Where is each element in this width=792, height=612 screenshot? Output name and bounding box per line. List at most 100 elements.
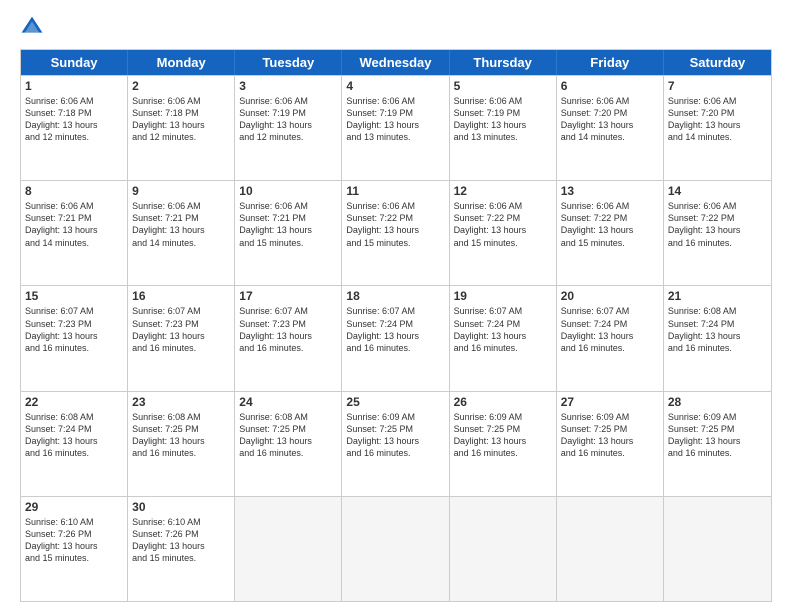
day-number: 5	[454, 79, 552, 93]
day-number: 9	[132, 184, 230, 198]
day-number: 29	[25, 500, 123, 514]
day-info: Sunrise: 6:06 AM Sunset: 7:18 PM Dayligh…	[132, 95, 230, 144]
calendar-cell: 9 Sunrise: 6:06 AM Sunset: 7:21 PM Daylig…	[128, 181, 235, 285]
calendar-row: 1 Sunrise: 6:06 AM Sunset: 7:18 PM Daylig…	[21, 75, 771, 180]
day-number: 13	[561, 184, 659, 198]
calendar-row: 29 Sunrise: 6:10 AM Sunset: 7:26 PM Dayli…	[21, 496, 771, 601]
calendar-cell: 7 Sunrise: 6:06 AM Sunset: 7:20 PM Daylig…	[664, 76, 771, 180]
day-number: 4	[346, 79, 444, 93]
day-number: 24	[239, 395, 337, 409]
calendar-cell	[557, 497, 664, 601]
day-info: Sunrise: 6:06 AM Sunset: 7:21 PM Dayligh…	[25, 200, 123, 249]
calendar-row: 8 Sunrise: 6:06 AM Sunset: 7:21 PM Daylig…	[21, 180, 771, 285]
day-info: Sunrise: 6:10 AM Sunset: 7:26 PM Dayligh…	[25, 516, 123, 565]
calendar-cell: 27 Sunrise: 6:09 AM Sunset: 7:25 PM Dayli…	[557, 392, 664, 496]
header-day-tuesday: Tuesday	[235, 50, 342, 75]
day-info: Sunrise: 6:08 AM Sunset: 7:24 PM Dayligh…	[25, 411, 123, 460]
day-number: 21	[668, 289, 767, 303]
day-info: Sunrise: 6:09 AM Sunset: 7:25 PM Dayligh…	[346, 411, 444, 460]
day-info: Sunrise: 6:06 AM Sunset: 7:20 PM Dayligh…	[668, 95, 767, 144]
day-info: Sunrise: 6:07 AM Sunset: 7:24 PM Dayligh…	[561, 305, 659, 354]
calendar-cell	[664, 497, 771, 601]
calendar-cell: 21 Sunrise: 6:08 AM Sunset: 7:24 PM Dayli…	[664, 286, 771, 390]
day-info: Sunrise: 6:07 AM Sunset: 7:24 PM Dayligh…	[346, 305, 444, 354]
calendar-row: 22 Sunrise: 6:08 AM Sunset: 7:24 PM Dayli…	[21, 391, 771, 496]
day-number: 2	[132, 79, 230, 93]
day-number: 15	[25, 289, 123, 303]
day-number: 10	[239, 184, 337, 198]
calendar-cell: 13 Sunrise: 6:06 AM Sunset: 7:22 PM Dayli…	[557, 181, 664, 285]
day-info: Sunrise: 6:06 AM Sunset: 7:22 PM Dayligh…	[668, 200, 767, 249]
day-info: Sunrise: 6:06 AM Sunset: 7:19 PM Dayligh…	[239, 95, 337, 144]
day-info: Sunrise: 6:08 AM Sunset: 7:25 PM Dayligh…	[132, 411, 230, 460]
calendar-cell: 26Sunrise: 6:09 AM Sunset: 7:25 PM Dayli…	[450, 392, 557, 496]
page: SundayMondayTuesdayWednesdayThursdayFrid…	[0, 0, 792, 612]
day-number: 7	[668, 79, 767, 93]
calendar-cell: 5 Sunrise: 6:06 AM Sunset: 7:19 PM Daylig…	[450, 76, 557, 180]
day-info: Sunrise: 6:06 AM Sunset: 7:22 PM Dayligh…	[561, 200, 659, 249]
calendar-cell: 18Sunrise: 6:07 AM Sunset: 7:24 PM Dayli…	[342, 286, 449, 390]
calendar-row: 15 Sunrise: 6:07 AM Sunset: 7:23 PM Dayli…	[21, 285, 771, 390]
calendar-cell	[450, 497, 557, 601]
calendar-cell: 12Sunrise: 6:06 AM Sunset: 7:22 PM Dayli…	[450, 181, 557, 285]
day-info: Sunrise: 6:07 AM Sunset: 7:24 PM Dayligh…	[454, 305, 552, 354]
calendar-cell: 23 Sunrise: 6:08 AM Sunset: 7:25 PM Dayli…	[128, 392, 235, 496]
day-number: 30	[132, 500, 230, 514]
day-number: 11	[346, 184, 444, 198]
calendar: SundayMondayTuesdayWednesdayThursdayFrid…	[20, 49, 772, 602]
day-info: Sunrise: 6:07 AM Sunset: 7:23 PM Dayligh…	[132, 305, 230, 354]
day-info: Sunrise: 6:07 AM Sunset: 7:23 PM Dayligh…	[239, 305, 337, 354]
calendar-cell: 2 Sunrise: 6:06 AM Sunset: 7:18 PM Daylig…	[128, 76, 235, 180]
day-info: Sunrise: 6:06 AM Sunset: 7:21 PM Dayligh…	[132, 200, 230, 249]
calendar-cell: 8 Sunrise: 6:06 AM Sunset: 7:21 PM Daylig…	[21, 181, 128, 285]
day-number: 27	[561, 395, 659, 409]
day-info: Sunrise: 6:06 AM Sunset: 7:22 PM Dayligh…	[346, 200, 444, 249]
day-number: 19	[454, 289, 552, 303]
calendar-cell: 19 Sunrise: 6:07 AM Sunset: 7:24 PM Dayli…	[450, 286, 557, 390]
calendar-cell	[342, 497, 449, 601]
calendar-cell: 16Sunrise: 6:07 AM Sunset: 7:23 PM Dayli…	[128, 286, 235, 390]
calendar-cell: 22 Sunrise: 6:08 AM Sunset: 7:24 PM Dayli…	[21, 392, 128, 496]
header-day-friday: Friday	[557, 50, 664, 75]
day-info: Sunrise: 6:09 AM Sunset: 7:25 PM Dayligh…	[561, 411, 659, 460]
header	[20, 15, 772, 39]
calendar-cell: 11 Sunrise: 6:06 AM Sunset: 7:22 PM Dayli…	[342, 181, 449, 285]
header-day-monday: Monday	[128, 50, 235, 75]
day-number: 28	[668, 395, 767, 409]
day-number: 1	[25, 79, 123, 93]
day-number: 22	[25, 395, 123, 409]
day-number: 3	[239, 79, 337, 93]
day-info: Sunrise: 6:06 AM Sunset: 7:20 PM Dayligh…	[561, 95, 659, 144]
day-info: Sunrise: 6:07 AM Sunset: 7:23 PM Dayligh…	[25, 305, 123, 354]
calendar-cell: 3 Sunrise: 6:06 AM Sunset: 7:19 PM Daylig…	[235, 76, 342, 180]
calendar-cell: 28 Sunrise: 6:09 AM Sunset: 7:25 PM Dayli…	[664, 392, 771, 496]
calendar-cell: 4 Sunrise: 6:06 AM Sunset: 7:19 PM Daylig…	[342, 76, 449, 180]
day-info: Sunrise: 6:08 AM Sunset: 7:24 PM Dayligh…	[668, 305, 767, 354]
day-info: Sunrise: 6:10 AM Sunset: 7:26 PM Dayligh…	[132, 516, 230, 565]
calendar-header: SundayMondayTuesdayWednesdayThursdayFrid…	[21, 50, 771, 75]
calendar-cell: 1Sunrise: 6:06 AM Sunset: 7:18 PM Daylig…	[21, 76, 128, 180]
day-number: 17	[239, 289, 337, 303]
day-info: Sunrise: 6:06 AM Sunset: 7:19 PM Dayligh…	[346, 95, 444, 144]
day-number: 23	[132, 395, 230, 409]
calendar-cell: 6 Sunrise: 6:06 AM Sunset: 7:20 PM Daylig…	[557, 76, 664, 180]
header-day-wednesday: Wednesday	[342, 50, 449, 75]
calendar-cell	[235, 497, 342, 601]
calendar-cell: 24 Sunrise: 6:08 AM Sunset: 7:25 PM Dayli…	[235, 392, 342, 496]
day-info: Sunrise: 6:06 AM Sunset: 7:22 PM Dayligh…	[454, 200, 552, 249]
day-number: 8	[25, 184, 123, 198]
day-info: Sunrise: 6:06 AM Sunset: 7:19 PM Dayligh…	[454, 95, 552, 144]
day-info: Sunrise: 6:09 AM Sunset: 7:25 PM Dayligh…	[668, 411, 767, 460]
calendar-cell: 30 Sunrise: 6:10 AM Sunset: 7:26 PM Dayli…	[128, 497, 235, 601]
calendar-cell: 17 Sunrise: 6:07 AM Sunset: 7:23 PM Dayli…	[235, 286, 342, 390]
logo	[20, 15, 48, 39]
day-info: Sunrise: 6:08 AM Sunset: 7:25 PM Dayligh…	[239, 411, 337, 460]
logo-icon	[20, 15, 44, 39]
header-day-sunday: Sunday	[21, 50, 128, 75]
calendar-cell: 29 Sunrise: 6:10 AM Sunset: 7:26 PM Dayli…	[21, 497, 128, 601]
header-day-saturday: Saturday	[664, 50, 771, 75]
calendar-cell: 20Sunrise: 6:07 AM Sunset: 7:24 PM Dayli…	[557, 286, 664, 390]
calendar-cell: 14Sunrise: 6:06 AM Sunset: 7:22 PM Dayli…	[664, 181, 771, 285]
day-number: 6	[561, 79, 659, 93]
day-info: Sunrise: 6:09 AM Sunset: 7:25 PM Dayligh…	[454, 411, 552, 460]
